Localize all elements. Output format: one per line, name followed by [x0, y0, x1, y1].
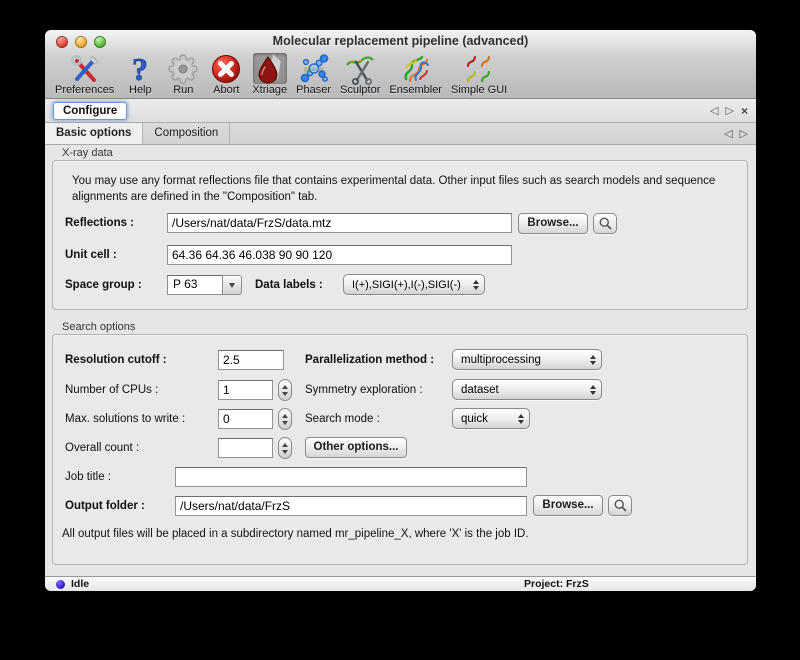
subtab-scroll-left-icon[interactable]: ◁ — [724, 127, 732, 140]
toolbar-label: Simple GUI — [451, 84, 507, 96]
search-mode-value: quick — [461, 413, 488, 425]
main-toolbar: Preferences ? Help — [55, 53, 752, 98]
tab-scroll-left-icon[interactable]: ◁ — [710, 104, 718, 117]
title-bar: Molecular replacement pipeline (advanced… — [45, 30, 756, 53]
resolution-cutoff-input[interactable] — [218, 350, 284, 370]
toolbar-label: Phaser — [296, 84, 331, 96]
popup-updown-icon — [473, 280, 479, 290]
toolbar-item-run[interactable]: Run — [166, 53, 200, 96]
symmetry-exploration-popup[interactable]: dataset — [452, 379, 602, 400]
max-solutions-input[interactable] — [218, 409, 273, 429]
subtab-scroll-right-icon[interactable]: ▷ — [740, 127, 748, 140]
window-chrome: Molecular replacement pipeline (advanced… — [45, 30, 756, 99]
reflections-input[interactable] — [167, 213, 512, 233]
output-note: All output files will be placed in a sub… — [62, 528, 529, 540]
toolbar-item-phaser[interactable]: phaser Phaser — [296, 53, 331, 96]
window-title: Molecular replacement pipeline (advanced… — [45, 30, 756, 53]
toolbar-label: Abort — [213, 84, 239, 96]
preferences-tools-icon — [68, 53, 102, 84]
symmetry-exploration-label: Symmetry exploration : — [305, 384, 423, 396]
toolbar-label: Help — [129, 84, 152, 96]
toolbar-label: Sculptor — [340, 84, 380, 96]
overall-count-label: Overall count : — [65, 442, 139, 454]
parallelization-method-popup[interactable]: multiprocessing — [452, 349, 602, 370]
svg-text:?: ? — [132, 53, 148, 85]
reflections-label: Reflections : — [65, 217, 134, 229]
phaser-molecule-icon: phaser — [297, 53, 331, 84]
unit-cell-input[interactable] — [167, 245, 512, 265]
sculptor-scissors-icon — [343, 53, 377, 84]
search-mode-label: Search mode : — [305, 413, 380, 425]
search-mode-popup[interactable]: quick — [452, 408, 530, 429]
toolbar-label: Run — [173, 84, 193, 96]
xray-group-label: X-ray data — [62, 147, 113, 159]
job-title-label: Job title : — [65, 471, 111, 483]
job-title-input[interactable] — [175, 467, 527, 487]
tab-close-icon[interactable]: × — [741, 104, 748, 118]
xtriage-drop-icon — [253, 53, 287, 84]
space-group-label: Space group : — [65, 279, 142, 291]
symmetry-exploration-value: dataset — [461, 384, 499, 396]
output-folder-label: Output folder : — [65, 500, 145, 512]
output-folder-browse-button[interactable]: Browse... — [533, 495, 603, 516]
other-options-button[interactable]: Other options... — [305, 437, 407, 458]
toolbar-item-ensembler[interactable]: Ensembler — [389, 53, 442, 96]
cpus-stepper[interactable] — [278, 379, 292, 401]
subtab-row: Basic options Composition ◁ ▷ — [45, 123, 756, 145]
toolbar-item-sculptor[interactable]: Sculptor — [340, 53, 380, 96]
status-indicator-icon — [56, 580, 65, 589]
search-group-label: Search options — [62, 321, 135, 333]
combo-dropdown-icon[interactable] — [223, 275, 242, 295]
output-folder-input[interactable] — [175, 496, 527, 516]
data-labels-label: Data labels : — [255, 279, 323, 291]
max-solutions-stepper[interactable] — [278, 408, 292, 430]
reflections-browse-button[interactable]: Browse... — [518, 213, 588, 234]
parallelization-method-value: multiprocessing — [461, 354, 541, 366]
popup-updown-icon — [518, 414, 524, 424]
project-label: Project: FrzS — [524, 578, 589, 590]
magnifier-icon — [613, 498, 628, 513]
magnifier-icon — [598, 216, 613, 231]
parallelization-method-label: Parallelization method : — [305, 354, 434, 366]
number-of-cpus-input[interactable] — [218, 380, 273, 400]
toolbar-item-simple-gui[interactable]: Simple GUI — [451, 53, 507, 96]
space-group-combobox[interactable]: P 63 — [167, 275, 242, 295]
notebook-tab-row: Configure ◁ ▷ × — [45, 99, 756, 123]
status-text: Idle — [71, 578, 89, 590]
abort-icon — [209, 53, 243, 84]
ensembler-ribbons-icon — [399, 53, 433, 84]
tab-configure[interactable]: Configure — [53, 102, 127, 120]
toolbar-label: Preferences — [55, 84, 114, 96]
reflections-search-button[interactable] — [593, 213, 617, 234]
run-gear-icon — [166, 53, 200, 84]
tab-basic-options[interactable]: Basic options — [45, 123, 143, 144]
toolbar-item-abort[interactable]: Abort — [209, 53, 243, 96]
popup-updown-icon — [590, 385, 596, 395]
data-labels-value: I(+),SIGI(+),I(-),SIGI(-) — [352, 279, 461, 291]
output-folder-search-button[interactable] — [608, 495, 632, 516]
overall-count-input[interactable] — [218, 438, 273, 458]
toolbar-label: Xtriage — [252, 84, 287, 96]
simple-gui-icon — [462, 53, 496, 84]
unit-cell-label: Unit cell : — [65, 249, 117, 261]
toolbar-item-xtriage[interactable]: Xtriage — [252, 53, 287, 96]
popup-updown-icon — [590, 355, 596, 365]
help-question-icon: ? — [123, 53, 157, 84]
toolbar-label: Ensembler — [389, 84, 442, 96]
max-solutions-label: Max. solutions to write : — [65, 413, 185, 425]
tab-scroll-right-icon[interactable]: ▷ — [726, 104, 734, 117]
status-bar: Idle Project: FrzS — [45, 576, 756, 591]
app-window: Molecular replacement pipeline (advanced… — [45, 30, 756, 591]
toolbar-item-preferences[interactable]: Preferences — [55, 53, 114, 96]
toolbar-item-help[interactable]: ? Help — [123, 53, 157, 96]
overall-count-stepper[interactable] — [278, 437, 292, 459]
space-group-value[interactable]: P 63 — [167, 275, 223, 295]
resolution-cutoff-label: Resolution cutoff : — [65, 354, 167, 366]
xray-description: You may use any format reflections file … — [72, 173, 720, 205]
tab-composition[interactable]: Composition — [143, 123, 230, 144]
data-labels-popup[interactable]: I(+),SIGI(+),I(-),SIGI(-) — [343, 274, 485, 295]
number-of-cpus-label: Number of CPUs : — [65, 384, 158, 396]
